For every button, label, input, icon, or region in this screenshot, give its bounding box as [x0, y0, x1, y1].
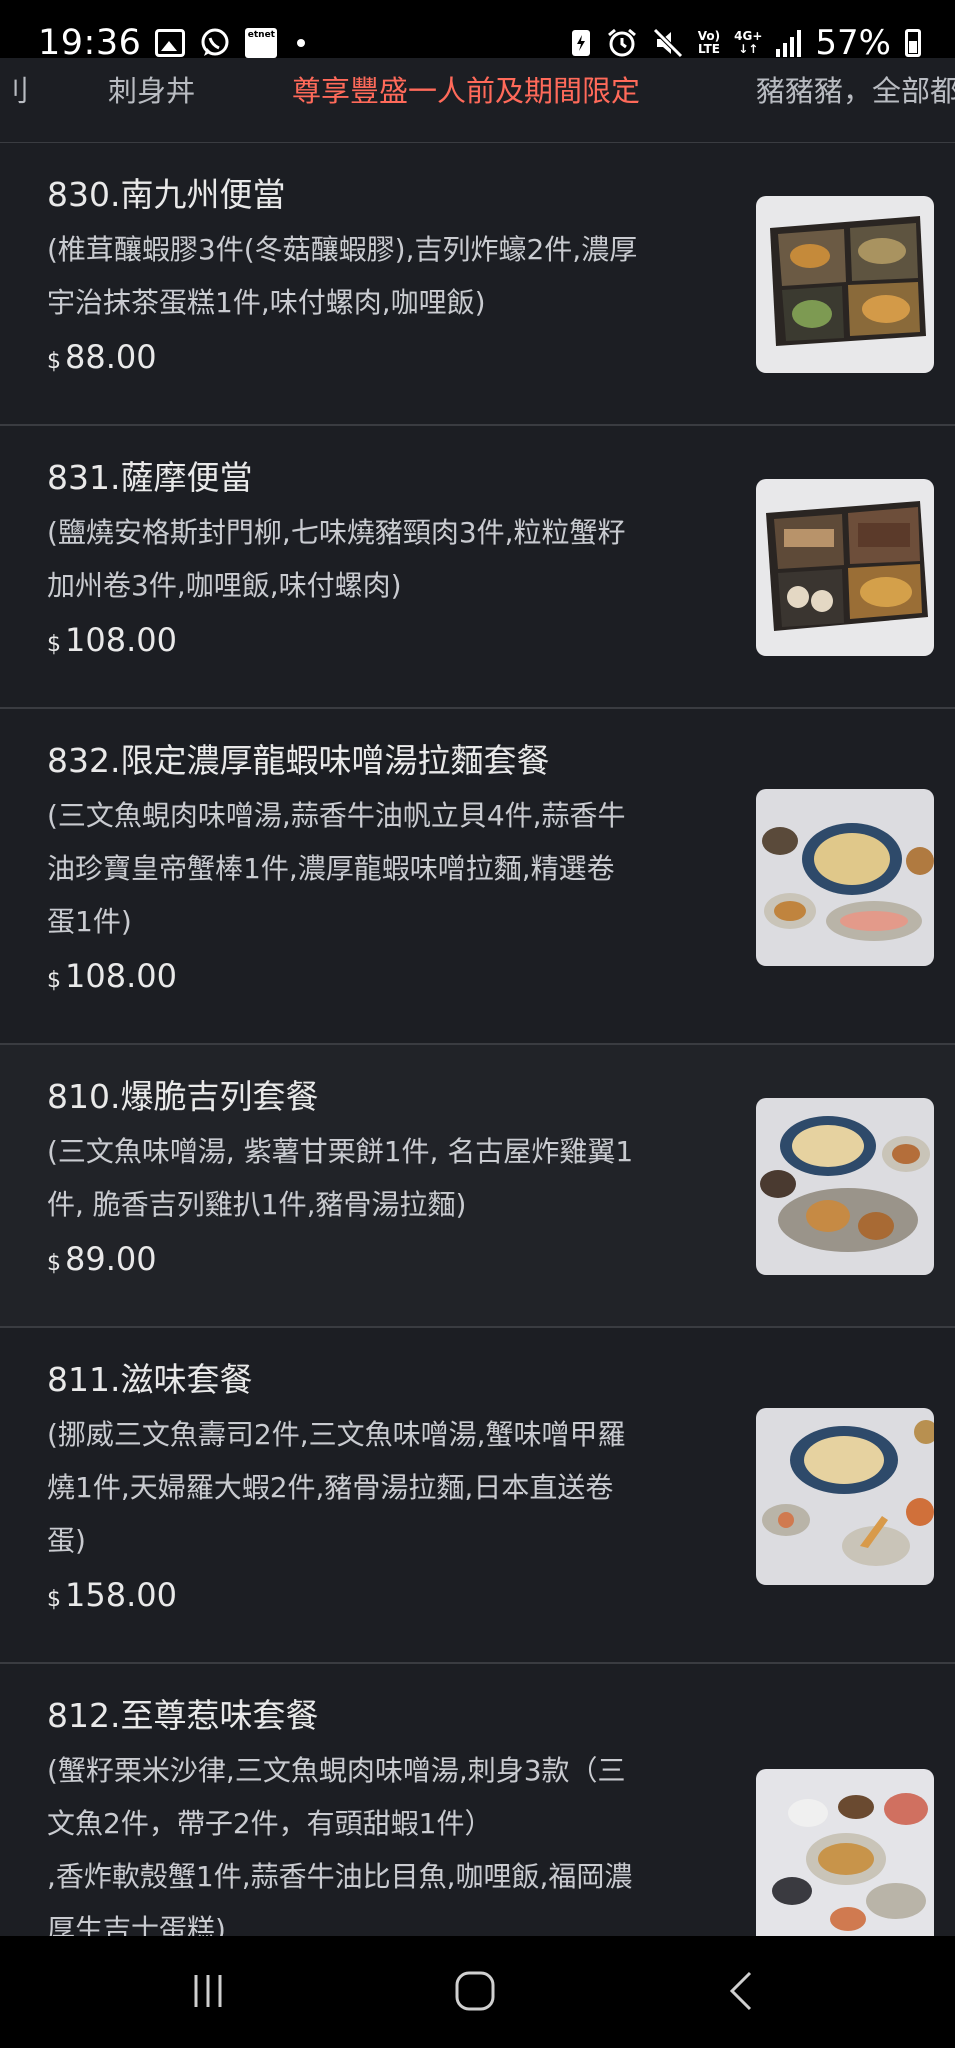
- mute-icon: [652, 27, 684, 59]
- item-price: $108.00: [47, 957, 177, 995]
- item-description: (挪威三文魚壽司2件,三文魚味噌湯,蟹味噌甲羅 燒1件,天婦羅大蝦2件,豬骨湯拉麵…: [47, 1418, 626, 1557]
- item-name: 810.爆脆吉列套餐: [47, 1077, 319, 1116]
- item-price: $88.00: [47, 338, 157, 376]
- menu-item[interactable]: 811.滋味套餐 (挪威三文魚壽司2件,三文魚味噌湯,蟹味噌甲羅 燒1件,天婦羅大…: [0, 1328, 955, 1664]
- recents-icon[interactable]: [178, 1966, 238, 2016]
- item-photo[interactable]: [756, 1408, 934, 1585]
- item-name: 830.南九州便當: [47, 175, 286, 214]
- battery-icon: [905, 29, 921, 57]
- battery-percent: 57%: [815, 23, 891, 63]
- tab-sashimi-don[interactable]: 刺身丼: [108, 68, 195, 110]
- item-name: 811.滋味套餐: [47, 1360, 253, 1399]
- dot-icon: [297, 39, 306, 47]
- home-icon[interactable]: [445, 1966, 505, 2016]
- menu-list: 830.南九州便當 (椎茸釀蝦膠3件(冬菇釀蝦膠),吉列炸蠔2件,濃厚 宇治抹茶蛋…: [0, 143, 955, 1936]
- gallery-icon: [155, 29, 186, 57]
- menu-item[interactable]: 812.至尊惹味套餐 (蟹籽栗米沙律,三文魚蜆肉味噌湯,刺身3款（三 文魚2件，帶…: [0, 1664, 955, 1936]
- item-name: 812.至尊惹味套餐: [47, 1696, 319, 1735]
- data-saver-icon: [570, 28, 592, 58]
- whatsapp-icon: [199, 27, 231, 59]
- item-photo[interactable]: [756, 196, 934, 373]
- menu-item[interactable]: 810.爆脆吉列套餐 (三文魚味噌湯, 紫薯甘栗餅1件, 名古屋炸雞翼1 件, 脆…: [0, 1045, 955, 1328]
- category-tabs: 刂 刺身丼 尊享豐盛一人前及期間限定 豬豬豬，全部都: [0, 58, 955, 144]
- item-description: (鹽燒安格斯封門柳,七味燒豬頸肉3件,粒粒蟹籽 加州卷3件,咖哩飯,味付螺肉): [47, 516, 626, 602]
- volte-indicator: Vo) LTE: [697, 29, 721, 56]
- status-time: 19:36: [38, 23, 142, 63]
- item-description: (三文魚蜆肉味噌湯,蒜香牛油帆立貝4件,蒜香牛 油珍寶皇帝蟹棒1件,濃厚龍蝦味噌拉…: [47, 799, 626, 938]
- tab-partial-left[interactable]: 刂: [0, 68, 29, 110]
- etnet-icon: etnet: [245, 28, 278, 58]
- item-price: $108.00: [47, 621, 177, 659]
- menu-item[interactable]: 830.南九州便當 (椎茸釀蝦膠3件(冬菇釀蝦膠),吉列炸蠔2件,濃厚 宇治抹茶蛋…: [0, 143, 955, 426]
- item-photo[interactable]: [756, 789, 934, 966]
- network-indicator: 4G+ ↓↑: [734, 29, 763, 56]
- item-description: (三文魚味噌湯, 紫薯甘栗餅1件, 名古屋炸雞翼1 件, 脆香吉列雞扒1件,豬骨湯…: [47, 1135, 634, 1221]
- tab-premium-limited[interactable]: 尊享豐盛一人前及期間限定: [292, 68, 640, 110]
- tab-pork[interactable]: 豬豬豬，全部都: [756, 68, 955, 110]
- item-name: 831.薩摩便當: [47, 458, 253, 497]
- item-description: (蟹籽栗米沙律,三文魚蜆肉味噌湯,刺身3款（三 文魚2件，帶子2件，有頭甜蝦1件）…: [47, 1754, 633, 1936]
- signal-icon: [776, 29, 802, 57]
- alarm-icon: [606, 27, 638, 59]
- item-name: 832.限定濃厚龍蝦味噌湯拉麵套餐: [47, 741, 550, 780]
- system-nav-bar: [0, 1936, 955, 2048]
- menu-item[interactable]: 832.限定濃厚龍蝦味噌湯拉麵套餐 (三文魚蜆肉味噌湯,蒜香牛油帆立貝4件,蒜香…: [0, 709, 955, 1045]
- item-description: (椎茸釀蝦膠3件(冬菇釀蝦膠),吉列炸蠔2件,濃厚 宇治抹茶蛋糕1件,味付螺肉,咖…: [47, 233, 638, 319]
- item-photo[interactable]: [756, 479, 934, 656]
- item-price: $158.00: [47, 1576, 177, 1614]
- item-photo[interactable]: [756, 1098, 934, 1275]
- back-icon[interactable]: [712, 1966, 772, 2016]
- item-photo[interactable]: [756, 1769, 934, 1936]
- item-price: $89.00: [47, 1240, 157, 1278]
- menu-item[interactable]: 831.薩摩便當 (鹽燒安格斯封門柳,七味燒豬頸肉3件,粒粒蟹籽 加州卷3件,咖哩…: [0, 426, 955, 709]
